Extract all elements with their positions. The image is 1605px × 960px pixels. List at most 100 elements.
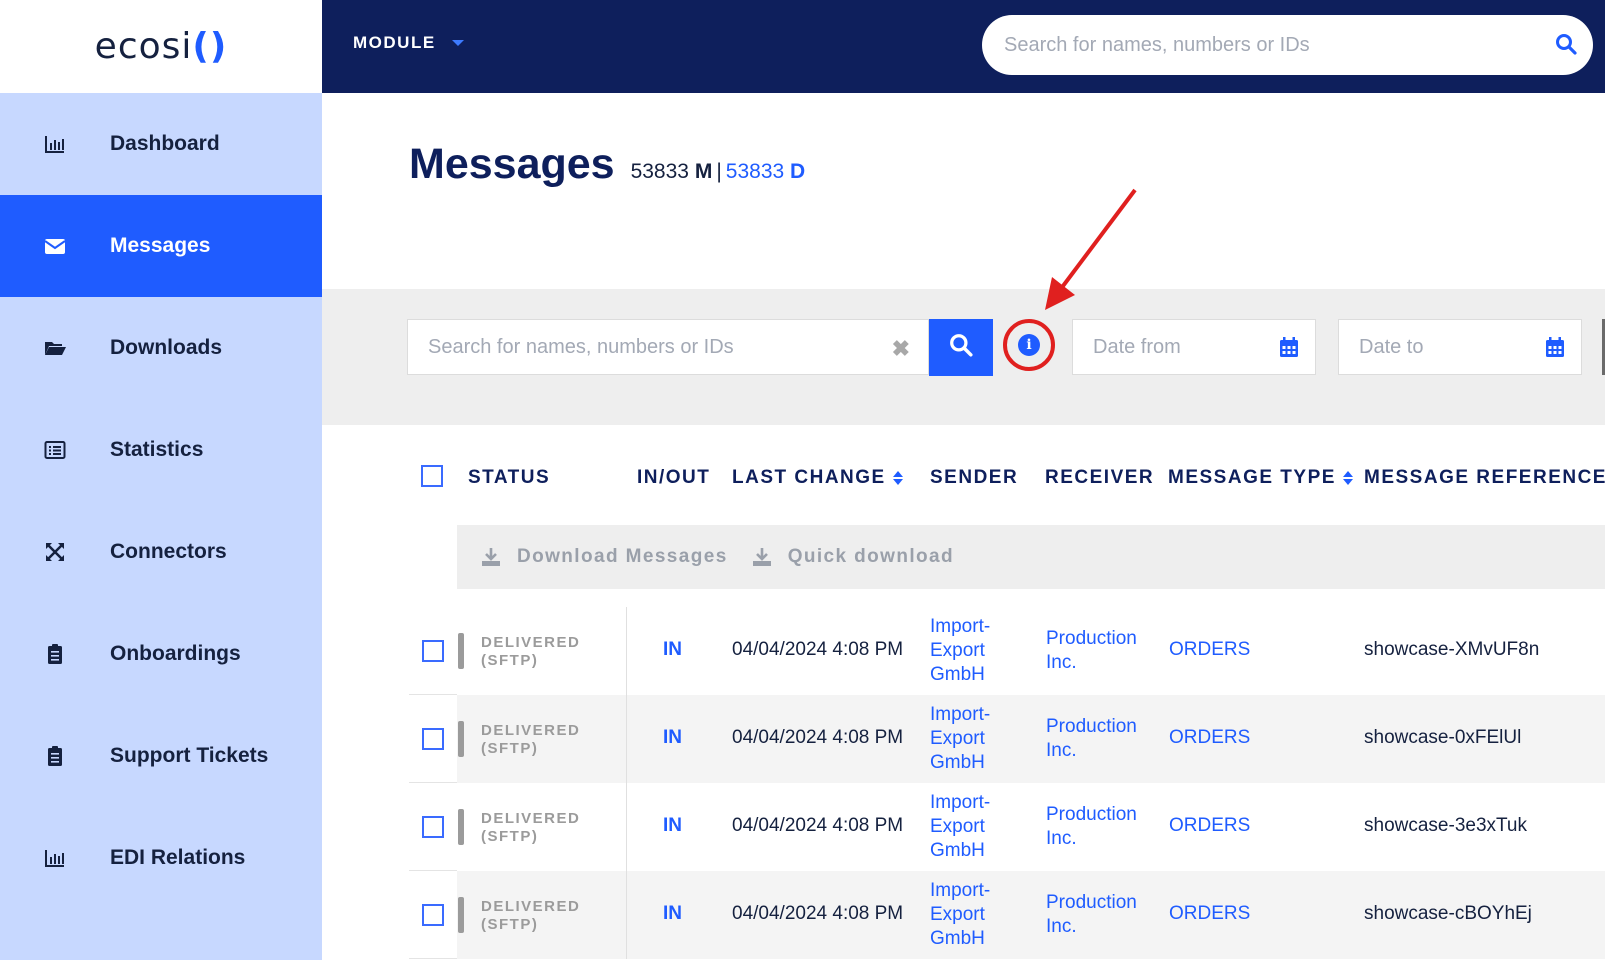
status-indicator xyxy=(458,721,464,757)
sidebar-item-dashboard[interactable]: Dashboard xyxy=(0,93,322,195)
status-text: DELIVERED (SFTP) xyxy=(481,634,581,669)
status-indicator xyxy=(458,809,464,845)
receiver-link[interactable]: Production Inc. xyxy=(1046,803,1137,851)
count-separator: | xyxy=(716,160,722,183)
message-reference: showcase-cBOYhEj xyxy=(1364,903,1532,924)
inout-link[interactable]: IN xyxy=(663,815,682,837)
column-message-reference[interactable]: MESSAGE REFERENCE xyxy=(1364,467,1605,489)
sidebar-item-label: Connectors xyxy=(110,540,227,563)
clipboard-icon xyxy=(0,643,110,665)
module-dropdown[interactable]: MODULE xyxy=(353,33,464,53)
sort-icon xyxy=(1342,471,1353,485)
sidebar-item-statistics[interactable]: Statistics xyxy=(0,399,322,501)
count-m: 53833 M xyxy=(630,160,713,183)
sidebar-item-label: Downloads xyxy=(110,336,223,359)
search-icon[interactable] xyxy=(1555,33,1577,60)
receiver-link[interactable]: Production Inc. xyxy=(1046,891,1137,939)
receiver-link[interactable]: Production Inc. xyxy=(1046,715,1137,763)
message-type-link[interactable]: ORDERS xyxy=(1169,727,1250,749)
calendar-icon[interactable] xyxy=(1545,336,1565,363)
row-checkbox[interactable] xyxy=(422,816,444,838)
status-indicator xyxy=(458,633,464,669)
sidebar-item-messages[interactable]: Messages xyxy=(0,195,322,297)
sidebar-item-label: Statistics xyxy=(110,438,204,461)
row-checkbox[interactable] xyxy=(422,904,444,926)
receiver-link[interactable]: Production Inc. xyxy=(1046,627,1137,675)
table-row[interactable]: DELIVERED (SFTP) IN 04/04/2024 4:08 PM I… xyxy=(409,695,1605,783)
table-row[interactable]: DELIVERED (SFTP) IN 04/04/2024 4:08 PM I… xyxy=(409,871,1605,959)
message-type-link[interactable]: ORDERS xyxy=(1169,903,1250,925)
status-text: DELIVERED (SFTP) xyxy=(481,898,581,933)
status-text: DELIVERED (SFTP) xyxy=(481,810,581,845)
message-search: ✖ xyxy=(407,319,929,375)
quick-download-button[interactable]: Quick download xyxy=(752,546,954,568)
expand-arrows-icon xyxy=(0,541,110,563)
sidebar-item-label: Messages xyxy=(110,234,211,257)
message-table-body: DELIVERED (SFTP) IN 04/04/2024 4:08 PM I… xyxy=(409,607,1605,959)
table-header: STATUS IN/OUT LAST CHANGE SENDER RECEIVE… xyxy=(409,455,1605,499)
last-change: 04/04/2024 4:08 PM xyxy=(732,815,904,836)
sidebar-item-edi-relations[interactable]: EDI Relations xyxy=(0,807,322,909)
sidebar-item-onboardings[interactable]: Onboardings xyxy=(0,603,322,705)
column-sender: SENDER xyxy=(930,467,1019,488)
global-search xyxy=(982,15,1593,75)
global-search-input[interactable] xyxy=(982,33,1522,57)
sender-link[interactable]: Import- Export GmbH xyxy=(930,791,990,863)
clipboard-icon xyxy=(0,745,110,767)
sidebar: ecosi() Dashboard Messages Downloads Sta… xyxy=(0,0,322,960)
search-icon xyxy=(949,333,973,362)
message-reference: showcase-XMvUF8n xyxy=(1364,639,1540,660)
calendar-icon[interactable] xyxy=(1279,336,1299,363)
envelope-icon xyxy=(0,235,110,257)
message-reference: showcase-3e3xTuk xyxy=(1364,815,1527,836)
column-message-type[interactable]: MESSAGE TYPE xyxy=(1168,467,1353,489)
last-change: 04/04/2024 4:08 PM xyxy=(732,639,904,660)
sidebar-nav: Dashboard Messages Downloads Statistics … xyxy=(0,93,322,909)
sort-icon xyxy=(892,471,903,485)
download-messages-button[interactable]: Download Messages xyxy=(481,546,728,568)
message-reference: showcase-0xFElUl xyxy=(1364,727,1522,748)
search-button[interactable] xyxy=(929,319,993,376)
last-change: 04/04/2024 4:08 PM xyxy=(732,903,904,924)
table-row[interactable]: DELIVERED (SFTP) IN 04/04/2024 4:08 PM I… xyxy=(409,607,1605,695)
column-divider xyxy=(626,783,627,871)
date-from-input[interactable] xyxy=(1073,335,1253,359)
message-type-link[interactable]: ORDERS xyxy=(1169,639,1250,661)
bar-chart-icon xyxy=(0,847,110,869)
row-checkbox[interactable] xyxy=(422,640,444,662)
list-alt-icon xyxy=(0,439,110,461)
inout-link[interactable]: IN xyxy=(663,903,682,925)
row-checkbox[interactable] xyxy=(422,728,444,750)
bulk-actions: Download Messages Quick download xyxy=(457,525,1605,589)
logo-text: ecosi() xyxy=(94,26,228,67)
inout-link[interactable]: IN xyxy=(663,639,682,661)
sender-link[interactable]: Import- Export GmbH xyxy=(930,703,990,775)
date-to-field xyxy=(1338,319,1582,375)
column-divider xyxy=(626,871,627,959)
status-indicator xyxy=(458,897,464,933)
sidebar-item-downloads[interactable]: Downloads xyxy=(0,297,322,399)
sidebar-item-label: Onboardings xyxy=(110,642,241,665)
bar-chart-icon xyxy=(0,133,110,155)
column-inout: IN/OUT xyxy=(637,467,711,488)
search-info-button[interactable]: i xyxy=(1003,319,1055,371)
clear-icon[interactable]: ✖ xyxy=(892,336,910,362)
select-all-checkbox[interactable] xyxy=(421,465,443,487)
sidebar-item-support-tickets[interactable]: Support Tickets xyxy=(0,705,322,807)
sidebar-item-label: Support Tickets xyxy=(110,744,269,767)
table-row[interactable]: DELIVERED (SFTP) IN 04/04/2024 4:08 PM I… xyxy=(409,783,1605,871)
sidebar-item-connectors[interactable]: Connectors xyxy=(0,501,322,603)
module-label: MODULE xyxy=(353,33,436,52)
date-to-input[interactable] xyxy=(1339,335,1519,359)
filter-bar: ✖ i xyxy=(322,289,1605,425)
sender-link[interactable]: Import- Export GmbH xyxy=(930,879,990,951)
column-receiver: RECEIVER xyxy=(1045,467,1155,488)
sender-link[interactable]: Import- Export GmbH xyxy=(930,615,990,687)
message-search-input[interactable] xyxy=(408,335,868,359)
inout-link[interactable]: IN xyxy=(663,727,682,749)
logo[interactable]: ecosi() xyxy=(0,0,322,93)
column-last-change[interactable]: LAST CHANGE xyxy=(732,467,903,489)
page-header: Messages 53833 M | 53833 D xyxy=(409,140,805,189)
count-d[interactable]: 53833 D xyxy=(726,160,805,183)
message-type-link[interactable]: ORDERS xyxy=(1169,815,1250,837)
